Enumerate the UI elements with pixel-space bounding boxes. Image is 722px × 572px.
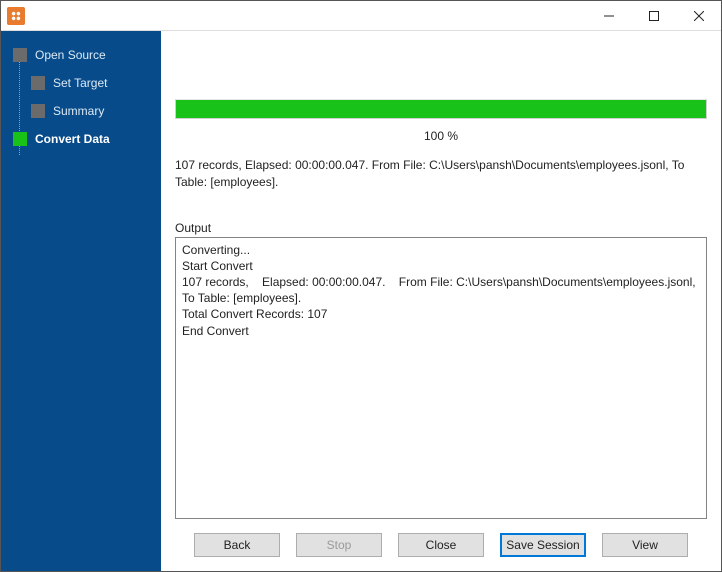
step-box-icon (13, 132, 27, 146)
stop-button[interactable]: Stop (296, 533, 382, 557)
sidebar: Open Source Set Target Summary Convert D… (1, 31, 161, 571)
back-button[interactable]: Back (194, 533, 280, 557)
close-button[interactable] (676, 1, 721, 30)
content: 100 % 107 records, Elapsed: 00:00:00.047… (161, 31, 721, 571)
output-label: Output (175, 221, 707, 235)
progress-bar-track (175, 99, 707, 119)
app-icon (7, 7, 25, 25)
nav-label: Summary (53, 104, 104, 118)
progress-label: 100 % (175, 129, 707, 143)
step-box-icon (31, 104, 45, 118)
output-textarea[interactable]: Converting... Start Convert 107 records,… (175, 237, 707, 519)
window-controls (586, 1, 721, 30)
step-box-icon (31, 76, 45, 90)
save-session-button[interactable]: Save Session (500, 533, 586, 557)
nav-item-open-source[interactable]: Open Source (1, 41, 161, 69)
nav-item-summary[interactable]: Summary (1, 97, 161, 125)
view-button[interactable]: View (602, 533, 688, 557)
nav-item-set-target[interactable]: Set Target (1, 69, 161, 97)
maximize-button[interactable] (631, 1, 676, 30)
nav-label: Convert Data (35, 132, 110, 146)
main: Open Source Set Target Summary Convert D… (1, 31, 721, 571)
nav-label: Set Target (53, 76, 107, 90)
nav-label: Open Source (35, 48, 106, 62)
button-row: Back Stop Close Save Session View (175, 519, 707, 563)
minimize-button[interactable] (586, 1, 631, 30)
status-line: 107 records, Elapsed: 00:00:00.047. From… (175, 157, 707, 191)
titlebar (1, 1, 721, 31)
progress-bar-fill (176, 100, 706, 118)
nav-item-convert-data[interactable]: Convert Data (1, 125, 161, 153)
close-dialog-button[interactable]: Close (398, 533, 484, 557)
step-box-icon (13, 48, 27, 62)
